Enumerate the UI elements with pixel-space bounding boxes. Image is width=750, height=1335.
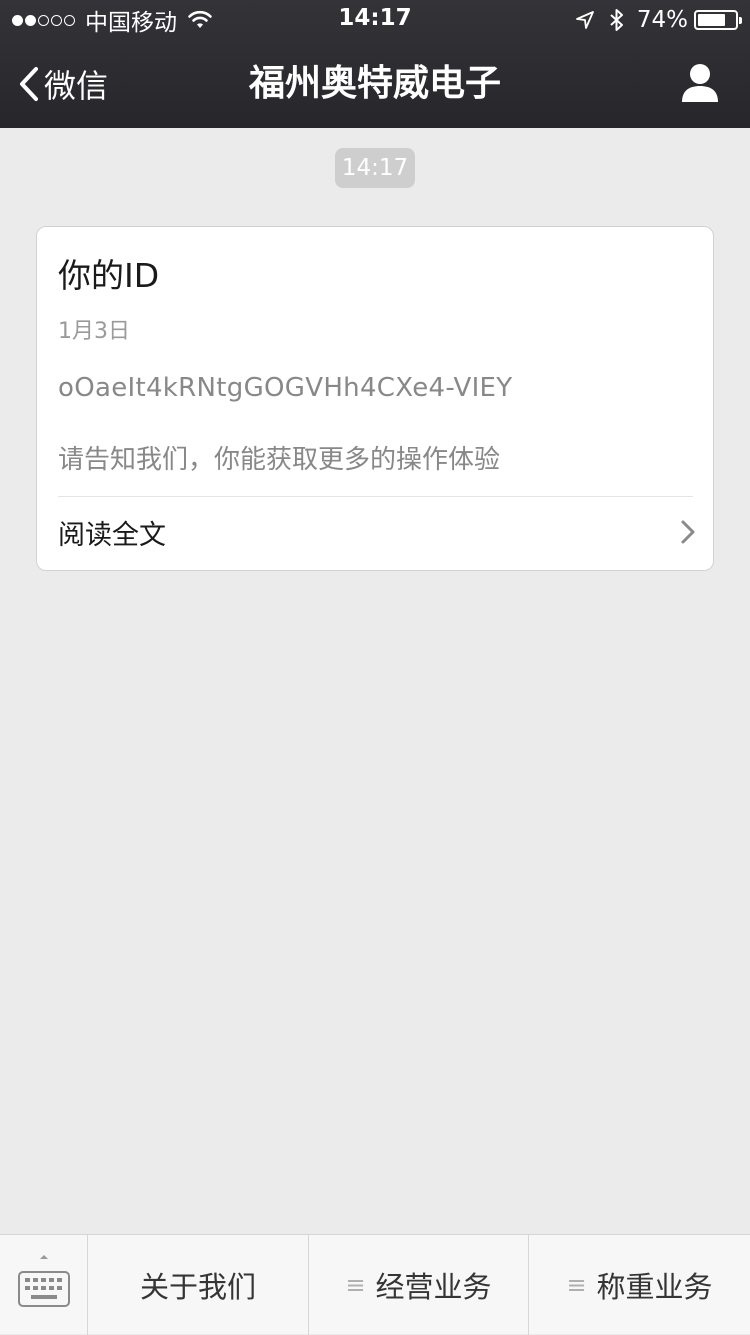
card-description: 请告知我们，你能获取更多的操作体验: [58, 445, 501, 475]
submenu-icon: ≡: [345, 1271, 366, 1299]
status-right: 74%: [575, 5, 742, 35]
menu-weighing[interactable]: ≡ 称重业务: [529, 1235, 750, 1335]
card-title: 你的ID: [58, 256, 160, 295]
card-id-text: oOaeIt4kRNtgGOGVHh4CXe4-VIEY: [58, 373, 513, 403]
back-label: 微信: [44, 67, 109, 105]
chevron-right-icon: [681, 520, 695, 544]
read-more-label: 阅读全文: [58, 520, 166, 551]
message-card[interactable]: 你的ID 1月3日 oOaeIt4kRNtgGOGVHh4CXe4-VIEY 请…: [36, 226, 714, 571]
keyboard-toggle-button[interactable]: [0, 1235, 88, 1335]
read-more-link[interactable]: 阅读全文: [37, 497, 713, 571]
menu-about-us[interactable]: 关于我们: [88, 1235, 309, 1335]
chat-timestamp: 14:17: [335, 148, 415, 188]
bluetooth-icon: [610, 9, 623, 31]
nav-bar: 微信 福州奥特威电子: [0, 40, 750, 128]
keyboard-icon: [18, 1255, 70, 1307]
menu-about-us-label: 关于我们: [139, 1270, 256, 1304]
bottom-menu-bar: 关于我们 ≡ 经营业务 ≡ 称重业务: [0, 1234, 750, 1335]
battery-percent: 74%: [636, 7, 688, 33]
back-chevron-icon: [20, 67, 38, 101]
back-button[interactable]: 微信: [18, 40, 108, 128]
page-title: 福州奥特威电子: [248, 63, 501, 104]
submenu-icon: ≡: [566, 1271, 587, 1299]
menu-weighing-label: 称重业务: [596, 1270, 713, 1304]
location-icon: [575, 11, 594, 29]
menu-business-label: 经营业务: [375, 1270, 492, 1304]
battery-icon: [694, 10, 742, 30]
top-bar: 中国移动 14:17 74% 微信 福州奥特威电子: [0, 0, 750, 128]
status-bar: 中国移动 14:17 74%: [0, 0, 750, 40]
card-date: 1月3日: [58, 319, 130, 344]
menu-business[interactable]: ≡ 经营业务: [309, 1235, 529, 1335]
profile-icon[interactable]: [680, 62, 720, 104]
